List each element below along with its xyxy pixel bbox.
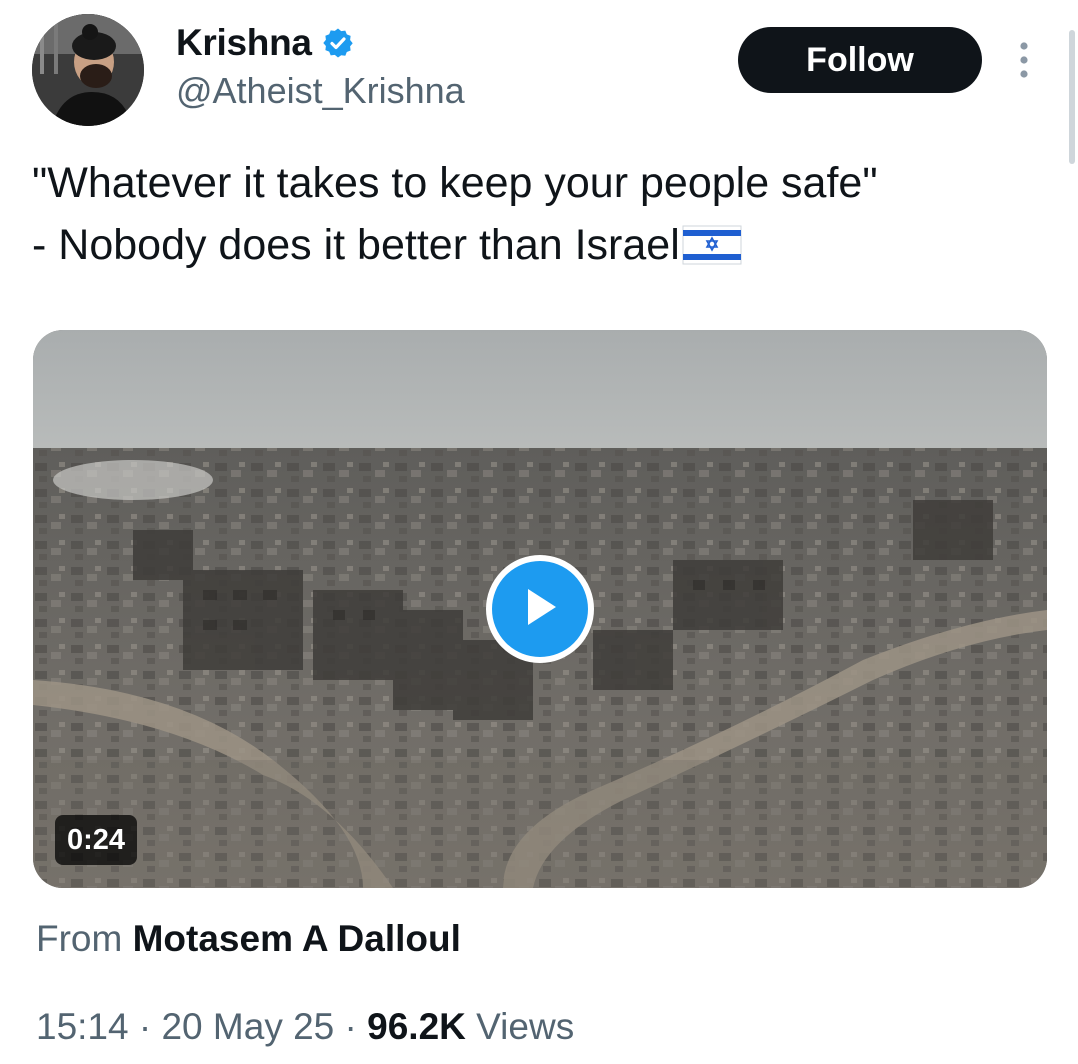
author-handle[interactable]: @Atheist_Krishna (176, 70, 465, 112)
follow-button[interactable]: Follow (738, 27, 982, 93)
author-name-row: Krishna (176, 20, 354, 66)
avatar[interactable] (32, 14, 144, 126)
video-source: From Motasem A Dalloul (36, 918, 461, 960)
play-button[interactable] (486, 555, 594, 663)
more-options-icon[interactable] (1012, 40, 1036, 82)
source-from-label: From (36, 918, 123, 959)
verified-badge-icon (322, 27, 354, 59)
tweet-date[interactable]: 20 May 25 (161, 1006, 334, 1047)
meta-separator: · (138, 1006, 152, 1047)
avatar-image (32, 14, 144, 126)
meta-separator: · (344, 1006, 357, 1047)
tweet-text-line-2-text: - Nobody does it better than Israel (32, 221, 680, 269)
tweet-text-line-1: "Whatever it takes to keep your people s… (32, 159, 878, 207)
play-icon (520, 585, 560, 634)
tweet-meta: 15:14 · 20 May 25 · 96.2K Views (36, 1006, 574, 1048)
tweet-time[interactable]: 15:14 (36, 1006, 129, 1047)
scrollbar[interactable] (1069, 30, 1075, 164)
tweet-text: "Whatever it takes to keep your people s… (32, 152, 1052, 282)
source-author-link[interactable]: Motasem A Dalloul (133, 918, 461, 959)
author-name[interactable]: Krishna (176, 22, 312, 64)
views-count: 96.2K (367, 1006, 466, 1047)
israel-flag-icon (682, 220, 742, 282)
video-duration-badge: 0:24 (55, 815, 138, 865)
views-label: Views (476, 1006, 575, 1047)
tweet-text-line-2: - Nobody does it better than Israel (32, 214, 1052, 282)
